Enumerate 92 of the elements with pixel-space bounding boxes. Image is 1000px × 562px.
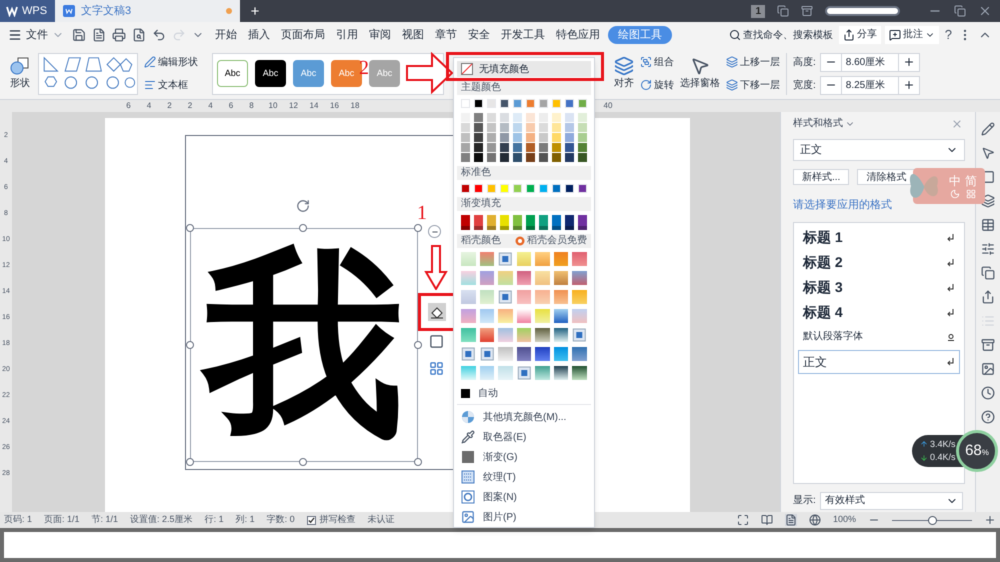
ribbon-tab[interactable]: 安全	[465, 26, 493, 44]
rotate-button[interactable]: 旋转	[640, 78, 674, 92]
file-menu[interactable]: 文件	[8, 26, 64, 44]
shape-style-preset[interactable]: Abc	[255, 60, 286, 87]
group-button[interactable]: 组合	[640, 54, 674, 70]
style-item[interactable]: 标题 3	[798, 276, 960, 298]
menu-item[interactable]: 纹理(T)	[457, 467, 591, 487]
style-item[interactable]: 标题 4	[798, 302, 960, 324]
prompt-text: 请选择要应用的格式	[793, 198, 893, 213]
document-title: 文字文稿3	[81, 4, 132, 19]
status-item: 行: 1	[204, 513, 224, 526]
ruler-number: 12	[289, 100, 296, 112]
dimension-label: 宽度:	[793, 78, 816, 92]
ruler-number: 18	[350, 100, 358, 112]
step-number: 1	[417, 203, 427, 223]
selection-pane-button[interactable]: 选择窗格	[680, 56, 720, 91]
menu-item[interactable]: 图片(P)	[457, 507, 591, 527]
edit-shape-button[interactable]: 编辑形状	[144, 54, 206, 70]
dimension-label: 高度:	[793, 56, 816, 70]
ribbon-tab[interactable]: 开发工具	[498, 26, 548, 44]
section-label: 稻壳颜色	[461, 234, 501, 248]
bring-forward-button[interactable]: 上移一层	[726, 54, 780, 70]
upload-speed: 3.4K/s	[930, 438, 956, 450]
shape-style-preset[interactable]: Abc	[217, 60, 248, 87]
section-label: 渐变填充	[457, 197, 591, 211]
status-item: 节: 1/1	[92, 513, 118, 526]
clear-format-button[interactable]: 清除格式	[857, 169, 916, 185]
ruler-number: 14	[310, 100, 316, 112]
ribbon-tab[interactable]: 章节	[432, 26, 460, 44]
download-speed: 0.4K/s	[930, 451, 956, 464]
zoom-level[interactable]: 100%	[832, 513, 856, 527]
ribbon-tab[interactable]: 插入	[245, 26, 273, 44]
dimension-value: 8.25厘米	[840, 76, 899, 94]
show-filter-select[interactable]: 有效样式	[820, 492, 963, 510]
status-item[interactable]: 拼写检查	[320, 513, 356, 527]
dimension-value: 8.60厘米	[840, 54, 899, 70]
app-tab[interactable]: WPS	[0, 0, 55, 22]
ruler-number: 4	[146, 100, 152, 112]
status-item: 页面: 1/1	[44, 513, 80, 526]
section-label: 标准色	[457, 166, 591, 180]
ribbon-tab[interactable]: 页面布局	[278, 26, 328, 44]
memory-percent: 68%	[965, 440, 989, 461]
ruler-number: 6	[228, 100, 234, 112]
align-button[interactable]: 对齐	[614, 56, 634, 91]
command-search[interactable]: 查找命令、搜索模板	[728, 28, 833, 42]
status-item: 页码: 1	[4, 513, 32, 526]
menu-item[interactable]: 渐变(G)	[457, 447, 591, 467]
status-item: 设置值: 2.5厘米	[130, 513, 193, 526]
help-button[interactable]: ?	[944, 25, 952, 45]
ime-language: 中	[949, 174, 961, 188]
style-item[interactable]: 标题 2	[798, 252, 960, 274]
no-fill-option[interactable]: 无填充颜色	[457, 61, 591, 77]
menu-item[interactable]: 其他填充颜色(M)...	[457, 407, 591, 427]
ruler-number: 10	[268, 100, 276, 112]
ruler-number: 6	[125, 100, 132, 112]
ribbon-tab[interactable]: 视图	[399, 26, 427, 44]
comment-button[interactable]: 批注	[884, 26, 939, 44]
ribbon-tab[interactable]: 引用	[333, 26, 361, 44]
ruler-number: 40	[604, 100, 612, 112]
section-label: 主题颜色	[457, 81, 591, 95]
dimension-stepper[interactable]: 8.60厘米	[820, 52, 920, 72]
document-tab[interactable]: 文字文稿3	[55, 0, 240, 22]
style-item[interactable]: 正文	[798, 350, 960, 374]
status-item: 字数: 0	[266, 513, 295, 526]
status-item[interactable]: 未认证	[368, 513, 395, 527]
window-count-badge: 1	[751, 4, 765, 18]
current-style-select[interactable]: 正文	[793, 139, 965, 161]
ruler-number: 2	[166, 100, 173, 112]
ruler-number: 4	[207, 100, 214, 112]
shapes-button[interactable]: 形状	[8, 56, 32, 91]
promo-link[interactable]: 稻壳会员免费	[527, 234, 587, 248]
send-backward-button[interactable]: 下移一层	[726, 78, 780, 92]
new-style-button[interactable]: 新样式...	[793, 169, 850, 185]
menu-item[interactable]: 取色器(E)	[457, 427, 591, 447]
text-box-button[interactable]: 文本框	[144, 78, 206, 92]
style-item[interactable]: 默认段落字体	[798, 326, 960, 346]
new-tab-button[interactable]: +	[240, 0, 270, 22]
ruler-number: 2	[186, 100, 194, 112]
menu-item[interactable]: 图案(N)	[457, 487, 591, 507]
ribbon-tab[interactable]: 开始	[212, 26, 240, 44]
ime-script: 简	[965, 174, 977, 188]
ribbon-tab[interactable]: 特色应用	[553, 26, 603, 44]
panel-title: 样式和格式	[793, 116, 843, 131]
ruler-number: 8	[248, 100, 255, 112]
dimension-stepper[interactable]: 8.25厘米	[820, 76, 920, 94]
auto-color-option[interactable]: 自动	[478, 386, 498, 400]
status-item: 列: 1	[236, 513, 255, 526]
ribbon-tab[interactable]: 审阅	[366, 26, 394, 44]
show-label: 显示:	[793, 494, 816, 508]
share-button[interactable]: 分享	[838, 26, 881, 44]
ruler-number: 16	[330, 100, 337, 112]
style-item[interactable]: 标题 1	[798, 226, 960, 248]
